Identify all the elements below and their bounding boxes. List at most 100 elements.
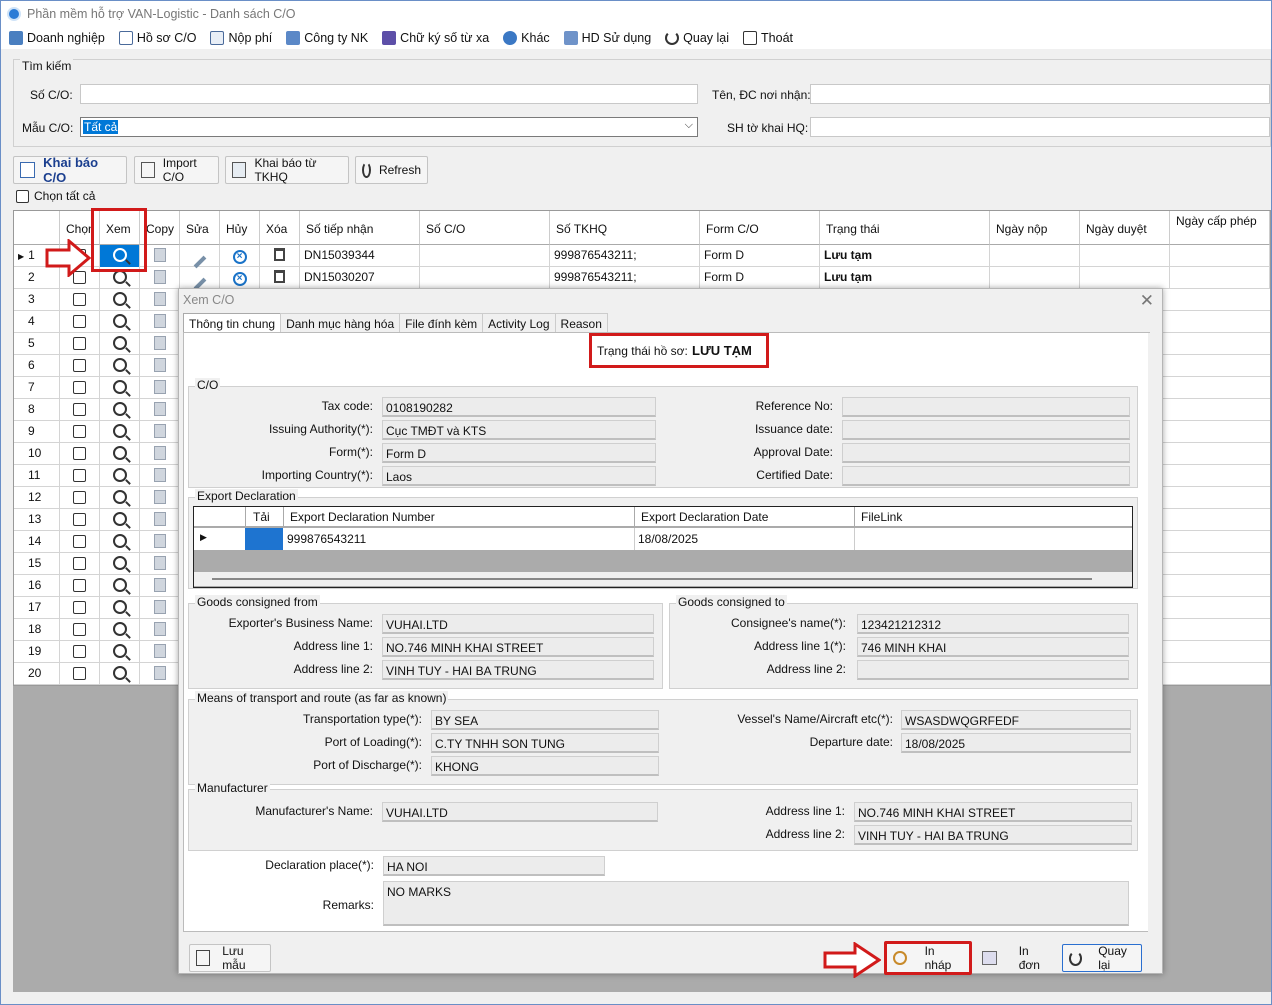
col-ngay-cap-phep[interactable]: Ngày cấp phép (1170, 211, 1270, 245)
copy-cell[interactable] (140, 443, 180, 465)
tab-reason[interactable]: Reason (554, 313, 608, 333)
tab-thong-tin-chung[interactable]: Thông tin chung (183, 313, 282, 333)
col-sua[interactable]: Sửa (180, 211, 220, 245)
chon-cell[interactable] (60, 575, 100, 597)
copy-icon[interactable] (153, 666, 166, 680)
copy-icon[interactable] (153, 468, 166, 482)
copy-cell[interactable] (140, 487, 180, 509)
xem-cell[interactable] (100, 465, 140, 487)
chon-cell[interactable] (60, 509, 100, 531)
menu-thoat[interactable]: Thoát (743, 31, 793, 45)
copy-icon[interactable] (153, 512, 166, 526)
approval-field[interactable] (842, 443, 1130, 463)
menu-ho-so-co[interactable]: Hồ sơ C/O (118, 31, 196, 45)
menu-khac[interactable]: Khác (503, 31, 550, 45)
zoom-in-icon[interactable] (112, 622, 127, 636)
chon-tat-ca-checkbox[interactable]: Chọn tất cả (16, 189, 95, 203)
zoom-in-icon[interactable] (112, 270, 127, 284)
xoa-cell[interactable] (260, 245, 300, 267)
form-field[interactable]: Form D (382, 443, 656, 463)
copy-cell[interactable] (140, 509, 180, 531)
chon-cell[interactable] (60, 597, 100, 619)
manufacturer-name-field[interactable]: VUHAI.LTD (382, 802, 658, 822)
so-co-input[interactable] (80, 84, 698, 104)
row-checkbox[interactable] (73, 469, 86, 482)
manufacturer-addr1-field[interactable]: NO.746 MINH KHAI STREET (854, 802, 1132, 822)
xem-cell[interactable] (100, 487, 140, 509)
copy-icon[interactable] (153, 402, 166, 416)
table-row[interactable]: ▶ 1 × DN15039344 999876543211; Form D Lưu tạm (14, 245, 1270, 269)
chon-cell[interactable] (60, 465, 100, 487)
issuing-field[interactable]: Cục TMĐT và KTS (382, 420, 656, 440)
xem-cell[interactable] (100, 355, 140, 377)
row-checkbox[interactable] (73, 337, 86, 350)
row-checkbox[interactable] (73, 447, 86, 460)
row-checkbox[interactable] (73, 403, 86, 416)
xem-cell[interactable] (100, 619, 140, 641)
chon-cell[interactable] (60, 553, 100, 575)
mau-co-select[interactable]: Tất cả ⌵ (80, 117, 698, 137)
zoom-in-icon[interactable] (112, 578, 127, 592)
zoom-in-icon[interactable] (112, 534, 127, 548)
copy-icon[interactable] (153, 490, 166, 504)
row-checkbox[interactable] (73, 359, 86, 372)
importing-field[interactable]: Laos (382, 466, 656, 486)
tax-code-field[interactable]: 0108190282 (382, 397, 656, 417)
chon-cell[interactable] (60, 641, 100, 663)
xem-cell[interactable] (100, 311, 140, 333)
row-checkbox[interactable] (73, 645, 86, 658)
zoom-in-icon[interactable] (112, 666, 127, 680)
tab-file-dinh-kem[interactable]: File đính kèm (399, 313, 484, 333)
sua-cell[interactable] (180, 245, 220, 269)
copy-cell[interactable] (140, 641, 180, 663)
row-checkbox[interactable] (73, 557, 86, 570)
col-huy[interactable]: Hủy (220, 211, 260, 245)
zoom-in-icon[interactable] (112, 380, 127, 394)
col-trang-thai[interactable]: Trạng thái (820, 211, 990, 245)
sua-cell[interactable] (180, 267, 220, 291)
from-addr2-field[interactable]: VINH TUY - HAI BA TRUNG (382, 660, 654, 680)
col-so-tiep-nhan[interactable]: Số tiếp nhận (300, 211, 420, 245)
consignee-name-field[interactable]: 123421212312 (857, 614, 1129, 634)
col-form-co[interactable]: Form C/O (700, 211, 820, 245)
zoom-in-icon[interactable] (112, 468, 127, 482)
copy-cell[interactable] (140, 575, 180, 597)
zoom-in-icon[interactable] (112, 292, 127, 306)
manufacturer-addr2-field[interactable]: VINH TUY - HAI BA TRUNG (854, 825, 1132, 845)
horizontal-scrollbar[interactable] (194, 572, 1132, 586)
zoom-in-icon[interactable] (112, 556, 127, 570)
copy-cell[interactable] (140, 377, 180, 399)
chon-cell[interactable] (60, 663, 100, 685)
copy-cell[interactable] (140, 333, 180, 355)
xem-cell[interactable] (100, 289, 140, 311)
col-so-co[interactable]: Số C/O (420, 211, 550, 245)
quay-lai-button[interactable]: Quay lại (1062, 944, 1142, 972)
to-addr2-field[interactable] (857, 660, 1129, 680)
xem-cell[interactable] (100, 421, 140, 443)
vertical-scrollbar[interactable] (1148, 333, 1158, 933)
xem-cell[interactable] (100, 641, 140, 663)
chon-cell[interactable] (60, 377, 100, 399)
trash-icon[interactable] (274, 270, 285, 283)
close-icon[interactable]: ✕ (1140, 291, 1154, 311)
chon-cell[interactable] (60, 399, 100, 421)
copy-cell[interactable] (140, 553, 180, 575)
zoom-in-icon[interactable] (112, 424, 127, 438)
in-nhap-button[interactable]: In nháp (884, 941, 972, 975)
xoa-cell[interactable] (260, 267, 300, 289)
menu-hd-su-dung[interactable]: HD Sử dụng (563, 31, 651, 45)
copy-cell[interactable] (140, 399, 180, 421)
menu-nop-phi[interactable]: Nộp phí (210, 31, 272, 45)
tab-danh-muc-hang-hoa[interactable]: Danh mục hàng hóa (280, 313, 401, 333)
row-checkbox[interactable] (73, 381, 86, 394)
huy-cell[interactable]: × (220, 245, 260, 267)
row-checkbox[interactable] (73, 491, 86, 504)
remarks-field[interactable]: NO MARKS (383, 881, 1129, 926)
copy-cell[interactable] (140, 597, 180, 619)
copy-icon[interactable] (153, 248, 166, 262)
chon-cell[interactable] (60, 531, 100, 553)
copy-cell[interactable] (140, 311, 180, 333)
xem-cell[interactable] (100, 531, 140, 553)
copy-icon[interactable] (153, 270, 166, 284)
declaration-place-field[interactable]: HA NOI (383, 856, 605, 876)
